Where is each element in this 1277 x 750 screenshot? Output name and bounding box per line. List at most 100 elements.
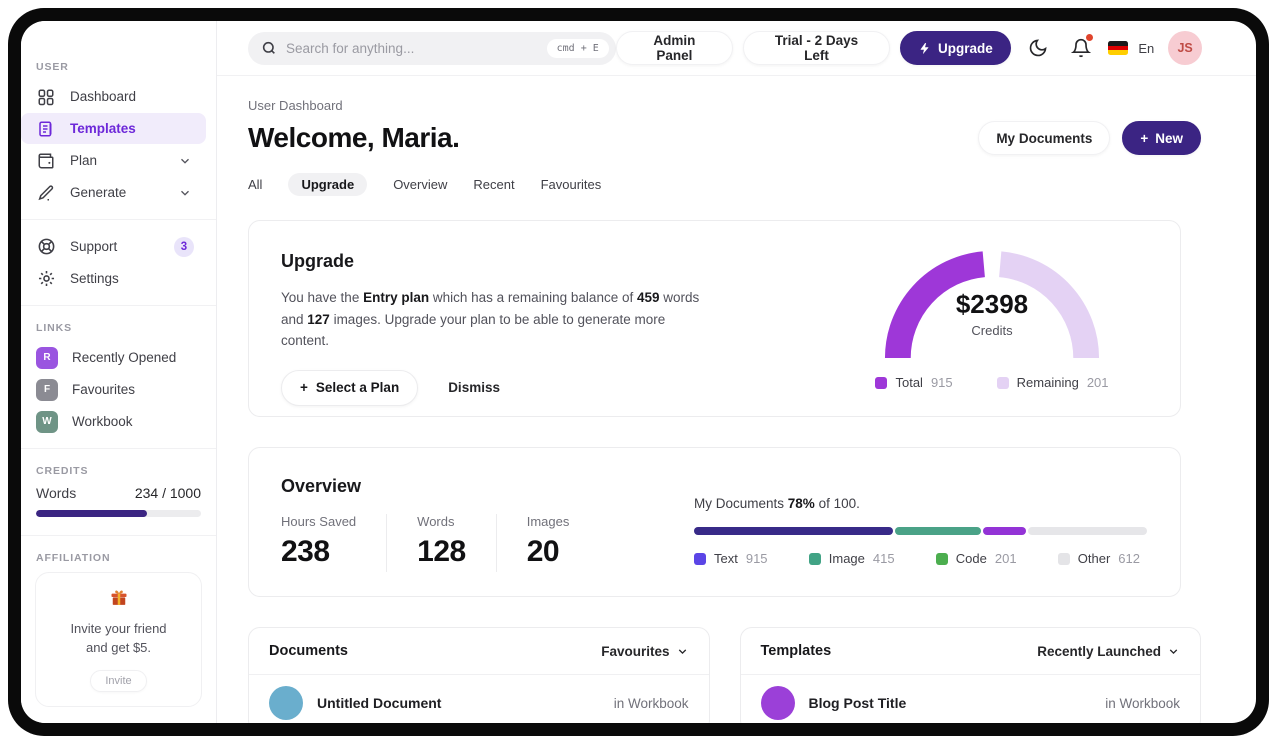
user-avatar[interactable]: JS (1168, 31, 1202, 65)
sidebar-divider (21, 219, 216, 220)
sidebar-item-templates[interactable]: Templates (21, 113, 206, 144)
sidebar-item-label: Plan (70, 153, 98, 168)
trial-status-button[interactable]: Trial - 2 Days Left (743, 31, 891, 65)
chevron-down-icon (178, 186, 192, 200)
sidebar-item-settings[interactable]: Settings (21, 263, 206, 294)
documents-card-title: Documents (269, 643, 348, 659)
documents-bar-legend: Text 915 Image 415 Code 201 Other 612 (694, 551, 1146, 566)
upgrade-card: Upgrade You have the Entry plan which ha… (248, 220, 1181, 417)
dismiss-button[interactable]: Dismiss (448, 380, 500, 395)
template-list-item[interactable]: Blog Post Title in Workbook (741, 675, 1201, 723)
credits-progress-track (36, 510, 201, 517)
stat-hours-saved: Hours Saved 238 (281, 514, 357, 568)
bolt-icon (918, 42, 931, 55)
document-list-item[interactable]: Untitled Document in Workbook (249, 675, 709, 723)
upgrade-button[interactable]: Upgrade (900, 31, 1011, 65)
stat-divider (495, 514, 497, 572)
wallet-icon (36, 151, 56, 171)
sidebar-item-generate[interactable]: Generate (21, 177, 206, 208)
dashboard-grid-icon (36, 87, 56, 107)
gauge-legend: Total 915 Remaining 201 (875, 375, 1109, 390)
sidebar-link-label: Recently Opened (72, 350, 177, 365)
gauge-center-value: $2398 (955, 289, 1029, 319)
credits-progress-fill (36, 510, 147, 517)
documents-progress-label: My Documents 78% of 100. (694, 496, 860, 511)
sidebar-item-label: Generate (70, 185, 127, 200)
legend-swatch (935, 552, 948, 565)
sidebar-link-recently-opened[interactable]: R Recently Opened (21, 342, 206, 373)
tab-favourites[interactable]: Favourites (541, 173, 602, 196)
sidebar-link-workbook[interactable]: W Workbook (21, 406, 206, 437)
sidebar-item-dashboard[interactable]: Dashboard (21, 81, 206, 112)
templates-card-title: Templates (760, 643, 832, 659)
overview-stats: Hours Saved 238 Words 128 Images 20 (281, 514, 569, 572)
bottom-cards-row: Documents Favourites Untitled Document i… (248, 627, 1201, 723)
sidebar: USER Dashboard Templates Plan Generate S… (21, 21, 217, 723)
my-documents-button[interactable]: My Documents (978, 121, 1111, 155)
moon-icon (1028, 38, 1048, 58)
bar-segment-text (694, 527, 893, 535)
sidebar-item-label: Settings (70, 271, 119, 286)
plus-icon: + (300, 380, 308, 396)
breadcrumb: User Dashboard (248, 98, 343, 113)
main-area: Search for anything... cmd + E Admin Pan… (217, 21, 1256, 723)
search-icon (261, 40, 277, 56)
templates-card: Templates Recently Launched Blog Post Ti… (739, 627, 1201, 723)
legend-item-text: Text 915 (694, 551, 768, 566)
overview-card-title: Overview (281, 476, 362, 496)
dark-mode-toggle[interactable] (1021, 31, 1055, 65)
link-initial-badge: R (36, 346, 58, 369)
gauge-center-label: Credits (971, 323, 1013, 338)
credits-row: Words 234 / 1000 (21, 485, 216, 501)
documents-filter-dropdown[interactable]: Favourites (601, 644, 688, 659)
template-location: in Workbook (1105, 695, 1180, 711)
new-button[interactable]: + New (1122, 121, 1201, 155)
document-location: in Workbook (613, 695, 689, 711)
bar-segment-code (982, 527, 1026, 535)
documents-stacked-bar (694, 527, 1148, 535)
search-input[interactable]: Search for anything... cmd + E (248, 31, 616, 65)
template-title: Blog Post Title (808, 695, 907, 711)
affiliation-text: Invite your friend and get $5. (70, 621, 167, 655)
upgrade-card-title: Upgrade (281, 251, 355, 271)
documents-card: Documents Favourites Untitled Document i… (248, 627, 710, 723)
notifications-button[interactable] (1065, 31, 1099, 65)
sidebar-section-affiliation-label: AFFILIATION (36, 552, 111, 564)
template-avatar (760, 686, 795, 720)
language-label: En (1138, 40, 1155, 56)
sidebar-link-label: Favourites (72, 382, 136, 397)
filter-tabs: All Upgrade Overview Recent Favourites (248, 173, 1201, 196)
bar-segment-image (894, 527, 981, 535)
documents-progress-section: My Documents 78% of 100. Text 915 Image … (694, 476, 1148, 596)
title-row: Welcome, Maria. My Documents + New (248, 121, 1201, 155)
sidebar-section-user-label: USER (36, 61, 69, 73)
sidebar-item-plan[interactable]: Plan (21, 145, 206, 176)
sidebar-section-links-label: LINKS (36, 322, 72, 334)
gear-icon (36, 269, 56, 289)
stat-words: Words 128 (417, 514, 466, 568)
tab-upgrade[interactable]: Upgrade (288, 173, 368, 196)
legend-swatch (1057, 552, 1070, 565)
lifebuoy-icon (36, 237, 56, 257)
language-switcher[interactable]: En (1108, 31, 1154, 65)
credits-value: 234 / 1000 (134, 485, 201, 501)
select-plan-button[interactable]: + Select a Plan (281, 369, 419, 406)
sidebar-divider (21, 535, 216, 536)
sidebar-divider (21, 448, 216, 449)
tab-recent[interactable]: Recent (473, 173, 514, 196)
legend-swatch (875, 376, 888, 389)
credits-gauge-chart: $2398 Credits (877, 247, 1107, 359)
tab-overview[interactable]: Overview (393, 173, 447, 196)
tab-all[interactable]: All (248, 173, 262, 196)
german-flag-icon (1108, 41, 1129, 55)
legend-item-total: Total 915 (875, 375, 953, 390)
admin-panel-button[interactable]: Admin Panel (615, 31, 733, 65)
legend-swatch (808, 552, 821, 565)
sidebar-section-credits-label: CREDITS (36, 465, 89, 477)
sidebar-link-favourites[interactable]: F Favourites (21, 374, 206, 405)
templates-filter-dropdown[interactable]: Recently Launched (1037, 644, 1180, 659)
notification-dot (1086, 34, 1094, 41)
sidebar-item-support[interactable]: Support 3 (21, 231, 206, 262)
upgrade-card-body: You have the Entry plan which has a rema… (281, 290, 700, 349)
invite-button[interactable]: Invite (90, 669, 147, 692)
